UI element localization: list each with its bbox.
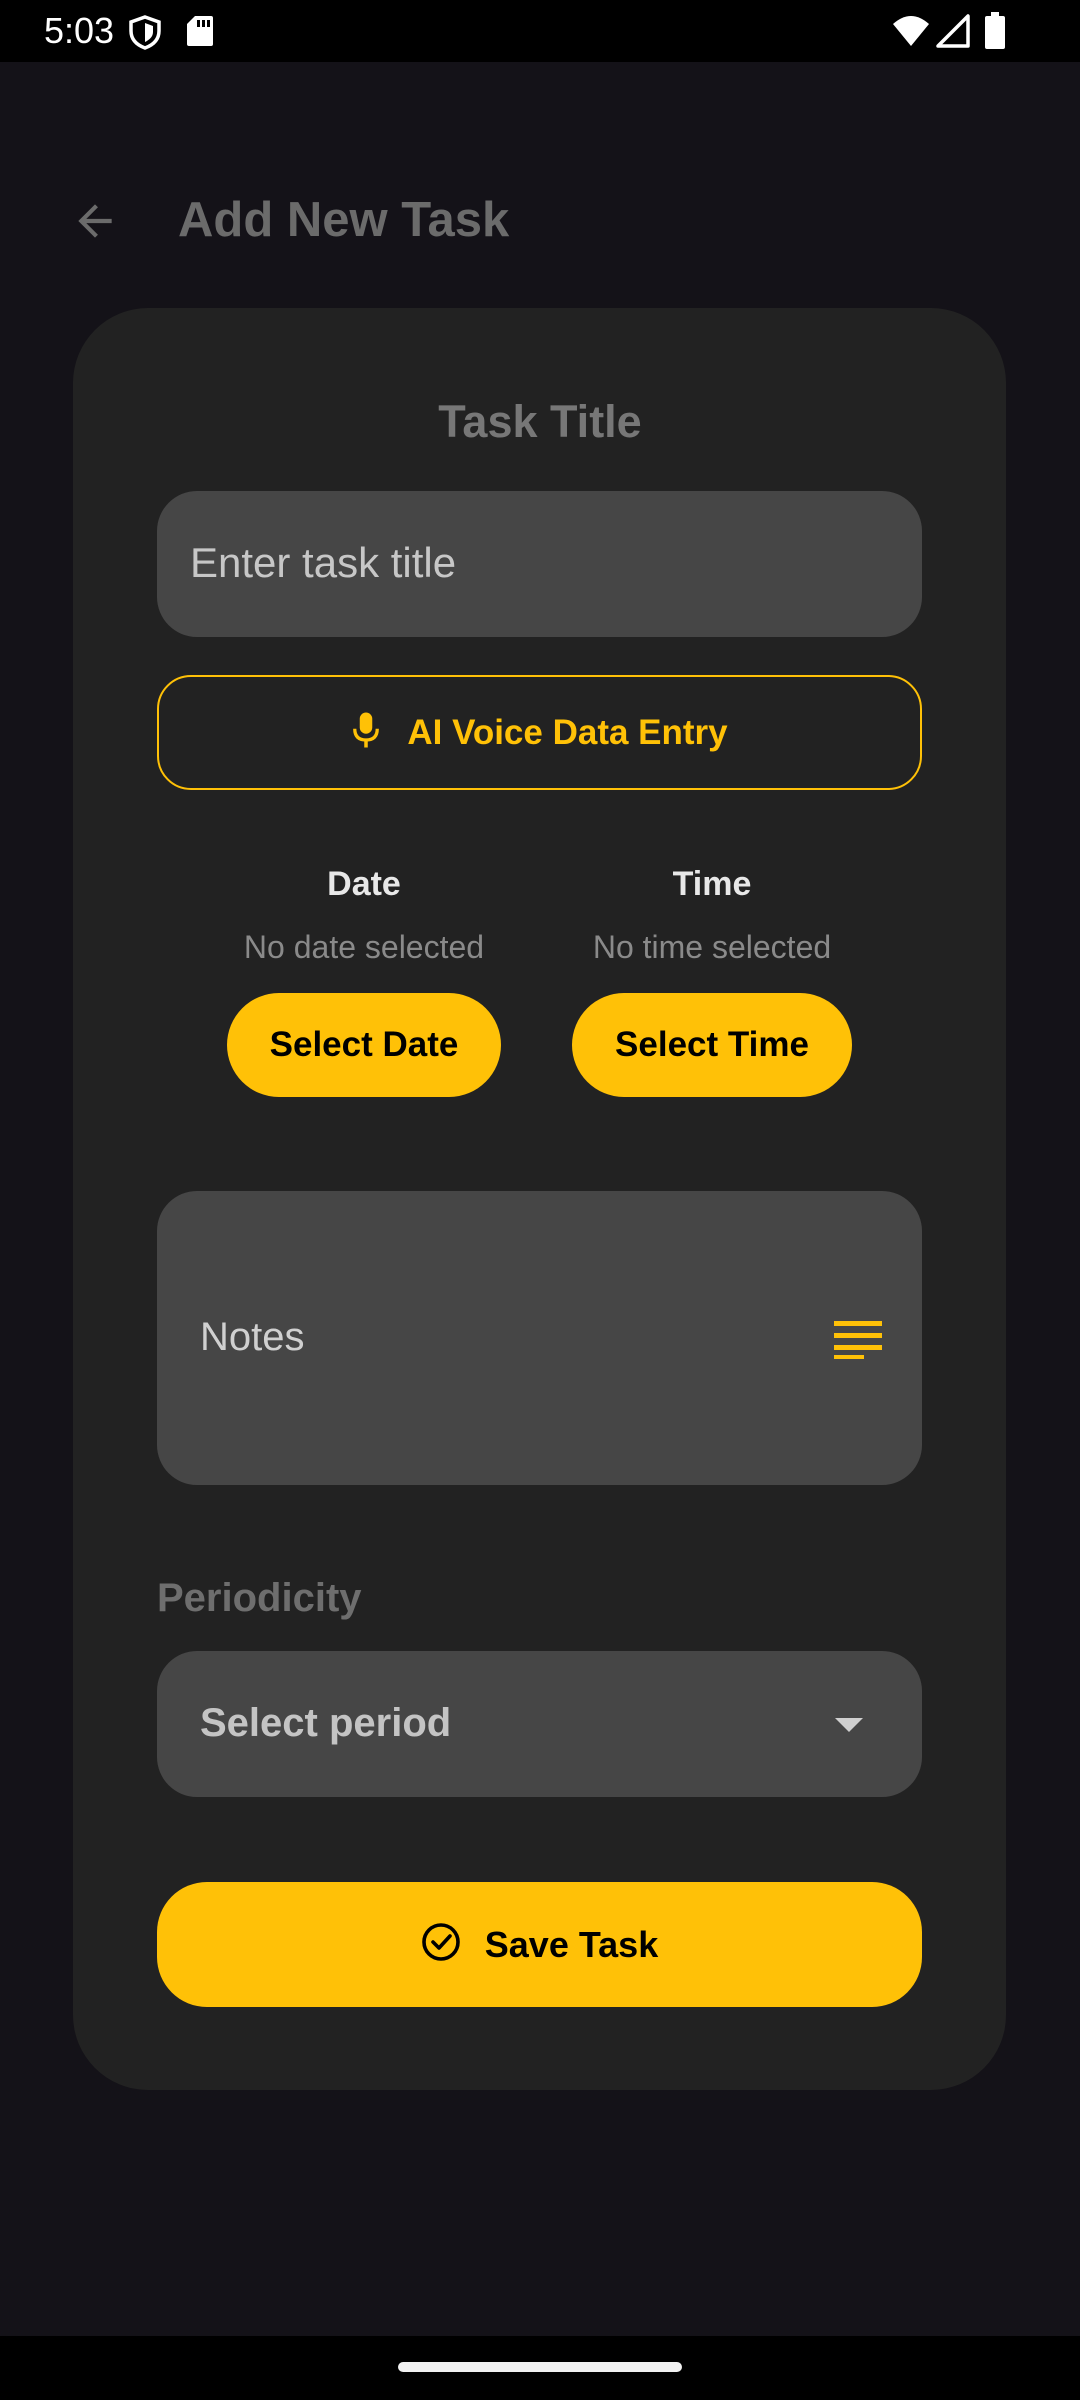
notes-field[interactable]: Notes — [157, 1191, 922, 1485]
ai-voice-entry-button[interactable]: AI Voice Data Entry — [157, 675, 922, 790]
back-arrow-icon[interactable] — [70, 196, 120, 251]
status-time: 5:03 — [44, 10, 115, 51]
wifi-icon — [892, 14, 930, 53]
dropdown-caret-icon — [833, 1716, 865, 1739]
time-value: No time selected — [592, 929, 832, 965]
task-title-placeholder: Enter task title — [190, 539, 457, 586]
page-title: Add New Task — [178, 193, 510, 247]
mic-icon — [351, 710, 381, 755]
periodicity-dropdown[interactable]: Select period — [157, 1651, 922, 1797]
notes-label: Notes — [200, 1315, 305, 1359]
time-heading: Time — [672, 865, 752, 903]
date-heading: Date — [327, 865, 401, 903]
task-title-input[interactable]: Enter task title — [157, 491, 922, 637]
select-date-button[interactable]: Select Date — [227, 993, 501, 1097]
select-time-button[interactable]: Select Time — [572, 993, 852, 1097]
shield-icon — [128, 14, 162, 55]
sd-card-icon — [186, 14, 214, 53]
check-circle-icon — [421, 1922, 461, 1967]
periodicity-label: Periodicity — [157, 1576, 362, 1620]
battery-icon — [984, 12, 1006, 55]
save-task-label: Save Task — [484, 1923, 659, 1965]
save-task-button[interactable]: Save Task — [157, 1882, 922, 2007]
date-value: No date selected — [243, 929, 485, 965]
task-title-label: Task Title — [438, 396, 642, 447]
status-bar: 5:03 — [0, 0, 1080, 62]
home-gesture-handle[interactable] — [398, 2362, 682, 2372]
ai-voice-entry-label: AI Voice Data Entry — [407, 712, 728, 752]
notes-lines-icon — [834, 1319, 884, 1364]
signal-icon — [936, 14, 970, 53]
periodicity-value: Select period — [200, 1701, 452, 1745]
